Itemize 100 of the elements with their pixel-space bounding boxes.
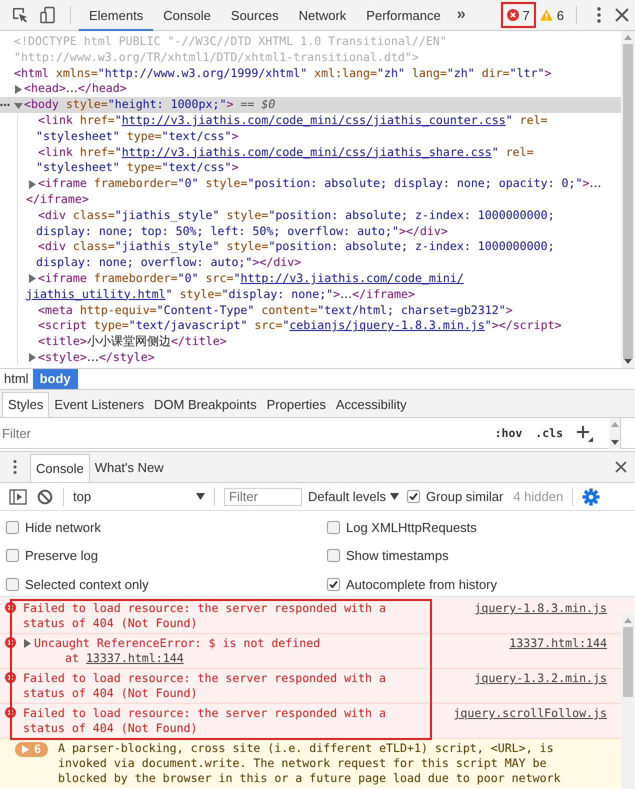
source-link[interactable]: jquery-1.8.3.min.js [474,601,607,616]
more-menu-icon[interactable] [12,459,18,475]
clear-icon[interactable] [37,488,53,504]
source-link[interactable]: 13337.html:144 [509,636,607,651]
error-icon [5,637,16,648]
triangle-right-icon[interactable] [23,639,32,648]
message-text: Uncaught ReferenceError: $ is not defined [34,636,320,651]
warning-icon [540,9,553,21]
filter-field[interactable]: Filter [224,488,302,506]
more-tabs-button[interactable]: » [450,6,472,24]
message-text: A parser-blocking, cross site (i.e. different eTLD+1) script, <URL>, is invoked via document.write. The network request for this script MAY be blocked by the browser in this or a future page load due to poor network [58,741,561,786]
code-line: "http://www.w3.org/TR/xhtml1/DTD/xhtml1-transitional.dtd"> [14,50,420,66]
triangle-right-icon[interactable] [14,84,23,94]
error-icon [5,602,16,613]
close-icon[interactable] [615,8,629,22]
more-icon[interactable] [0,103,10,108]
checkbox-label: Selected context only [25,576,149,592]
checkbox[interactable] [6,549,19,562]
settings-icon[interactable] [582,488,600,506]
checkbox[interactable] [6,578,19,591]
scrollbar[interactable] [621,31,635,368]
breadcrumb[interactable]: html [0,369,33,389]
code-line: <!DOCTYPE html PUBLIC "-//W3C//DTD XHTML 1.0 Transitional//EN" [14,34,447,50]
error-icon [5,672,16,683]
link[interactable]: jiathis_utility.html [26,286,166,301]
panel-tab[interactable]: Network [288,0,356,30]
checked-checkbox[interactable] [327,578,340,591]
plus-icon[interactable] [576,424,594,442]
checkbox-label: Group similar [426,489,504,504]
code-line: display: none; overflow: auto;"></div> [36,255,302,271]
code-line: <div class="jiathis_style" style="position: absolute; z-index: 1000000000; [38,208,555,224]
checkbox[interactable] [6,520,19,534]
panel-tab[interactable]: Performance [356,0,451,30]
checkbox[interactable] [327,520,340,534]
dropdown-arrow-icon [196,493,205,500]
message-text: Failed to load resource: the server responded with a status of 404 (Not Found) [23,671,386,701]
close-icon[interactable] [615,461,627,473]
device-icon[interactable] [38,5,58,25]
code-line: <script type="text/javascript" src="cebianjs/jquery-1.8.3.min.js"></script> [38,318,562,334]
link[interactable]: cebianjs/jquery-1.8.3.min.js [289,318,485,332]
error-icon [5,707,16,718]
dropdown-arrow-icon [390,493,400,500]
drawer-tab[interactable]: What's New [90,454,169,482]
code-line: <meta http-equiv="Content-Type" content="text/html; charset=gb2312"> [38,302,513,318]
sidebar-tab[interactable]: DOM Breakpoints [149,393,262,417]
code-line: <iframe frameborder="0" src="http://v3.jiathis.com/code_mini/ [38,270,464,287]
filter-field[interactable]: Filter [0,426,495,440]
scrollbar[interactable] [609,418,621,448]
source-link[interactable]: jquery-1.3.2.min.js [474,671,607,686]
code-line: <style>…</style> [38,350,155,366]
sidebar-toggle-icon[interactable] [9,488,27,504]
scrollbar[interactable] [621,614,635,789]
source-link[interactable]: jquery.scrollFollow.js [453,706,607,721]
error-icon [506,9,519,21]
code-line: <html xmlns="http://www.w3.org/1999/xhtml" xml:lang="zh" lang="zh" dir="ltr"> [14,66,552,82]
checkbox-label: Show timestamps [346,548,449,564]
link[interactable]: 13337.html:144 [86,651,184,665]
checkbox-label: Log XMLHttpRequests [346,520,477,535]
code-line: <body style="height: 1000px;"> == $0 [24,97,276,113]
code-line: <iframe frameborder="0" style="position: absolute; display: none; opacity: 0;">… [38,176,602,192]
levels-dropdown[interactable]: Default levels [308,489,400,504]
code-line: <div class="jiathis_style" style="position: absolute; z-index: 1000000000; [38,239,555,256]
sidebar-tab[interactable]: Event Listeners [49,393,150,417]
code-line: <link href="http://v3.jiathis.com/code_mini/css/jiathis_counter.css" rel= [38,112,548,129]
link[interactable]: http://v3.jiathis.com/code_mini/css/jiathis_counter.css [122,112,506,127]
triangle-right-icon[interactable] [28,180,37,189]
triangle-right-icon[interactable] [28,274,37,284]
context-select[interactable]: top [69,489,209,504]
message-text: Failed to load resource: the server responded with a status of 404 (Not Found) [23,601,386,631]
triangle-right-icon [22,745,29,754]
code-line: "stylesheet" type="text/css"> [36,160,240,176]
link[interactable]: http://v3.jiathis.com/code_mini/css/jiathis_share.css [122,144,492,159]
checkbox-label: Autocomplete from history [346,576,498,592]
checked-checkbox[interactable] [407,490,420,503]
hidden-count: 4 hidden [513,489,564,504]
inspect-icon[interactable] [10,5,30,25]
class-button[interactable]: .cls [535,426,563,440]
sidebar-tab[interactable]: Accessibility [330,393,412,417]
breadcrumb[interactable]: body [32,369,78,389]
stack-line: at 13337.html:144 [64,651,185,666]
code-line: display: none; top: 50%; left: 50%; overflow: auto;"></div> [36,224,449,240]
sidebar-tab[interactable]: Styles [2,392,50,417]
code-line: <title>小小课堂网侧边</title> [38,334,227,350]
hover-state-button[interactable]: :hov [494,426,522,440]
triangle-down-icon[interactable] [14,100,23,110]
more-menu-icon[interactable] [595,5,603,25]
error-count-badge[interactable]: 7 [500,2,536,28]
drawer-tab[interactable]: Console [30,454,90,482]
code-line: </iframe> [26,192,90,208]
code-line: <link href="http://v3.jiathis.com/code_mini/css/jiathis_share.css" rel= [38,144,534,160]
link[interactable]: http://v3.jiathis.com/code_mini/ [240,270,464,285]
warning-count-badge[interactable]: 6 [536,2,568,28]
sidebar-tab[interactable]: Properties [262,393,331,417]
checkbox-label: Preserve log [25,548,98,564]
panel-tab[interactable]: Elements [79,0,154,30]
panel-tab[interactable]: Console [153,0,221,30]
panel-tab[interactable]: Sources [220,0,289,30]
triangle-right-icon[interactable] [28,353,37,362]
checkbox[interactable] [327,549,340,562]
message-text: Failed to load resource: the server responded with a status of 404 (Not Found) [23,706,386,736]
